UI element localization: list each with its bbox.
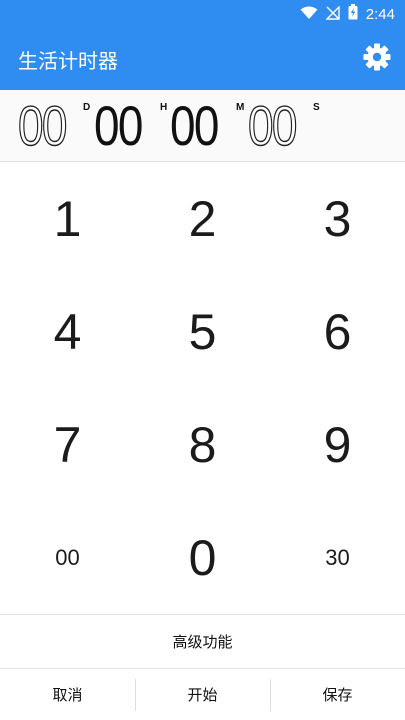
key-1[interactable]: 1 [0, 162, 135, 275]
hours-unit: H [160, 102, 168, 113]
start-button[interactable]: 开始 [135, 669, 270, 720]
key-8[interactable]: 8 [135, 388, 270, 501]
key-4[interactable]: 4 [0, 275, 135, 388]
status-time: 2:44 [365, 5, 395, 23]
minutes-value: 00 [170, 94, 219, 157]
key-00[interactable]: 00 [0, 501, 135, 614]
cancel-button[interactable]: 取消 [0, 669, 135, 720]
days-value: 00 [17, 94, 68, 157]
key-0[interactable]: 0 [135, 501, 270, 614]
status-icons: 2:44 [300, 4, 395, 24]
minutes-unit: M [236, 102, 245, 113]
timer-display: 00 D 00 H 00 M 00 S [0, 90, 405, 162]
keypad: 1 2 3 4 5 6 7 8 9 00 0 30 [0, 162, 405, 614]
seconds-unit: S [313, 102, 320, 113]
key-30[interactable]: 30 [270, 501, 405, 614]
battery-charging-icon [348, 4, 358, 24]
save-button[interactable]: 保存 [270, 669, 405, 720]
no-signal-icon [325, 4, 340, 24]
key-9[interactable]: 9 [270, 388, 405, 501]
key-6[interactable]: 6 [270, 275, 405, 388]
key-7[interactable]: 7 [0, 388, 135, 501]
app-bar: 生活计时器 [0, 28, 405, 90]
key-5[interactable]: 5 [135, 275, 270, 388]
key-2[interactable]: 2 [135, 162, 270, 275]
hours-value: 00 [94, 94, 143, 157]
advanced-features-button[interactable]: 高级功能 [0, 614, 405, 668]
gear-icon [362, 42, 392, 76]
key-3[interactable]: 3 [270, 162, 405, 275]
app-title: 生活计时器 [18, 49, 118, 73]
days-unit: D [83, 102, 91, 113]
wifi-icon [300, 5, 318, 24]
bottom-action-bar: 取消 开始 保存 [0, 668, 405, 720]
status-bar: 2:44 [0, 0, 405, 28]
seconds-value: 00 [247, 94, 298, 157]
settings-button[interactable] [361, 43, 393, 75]
